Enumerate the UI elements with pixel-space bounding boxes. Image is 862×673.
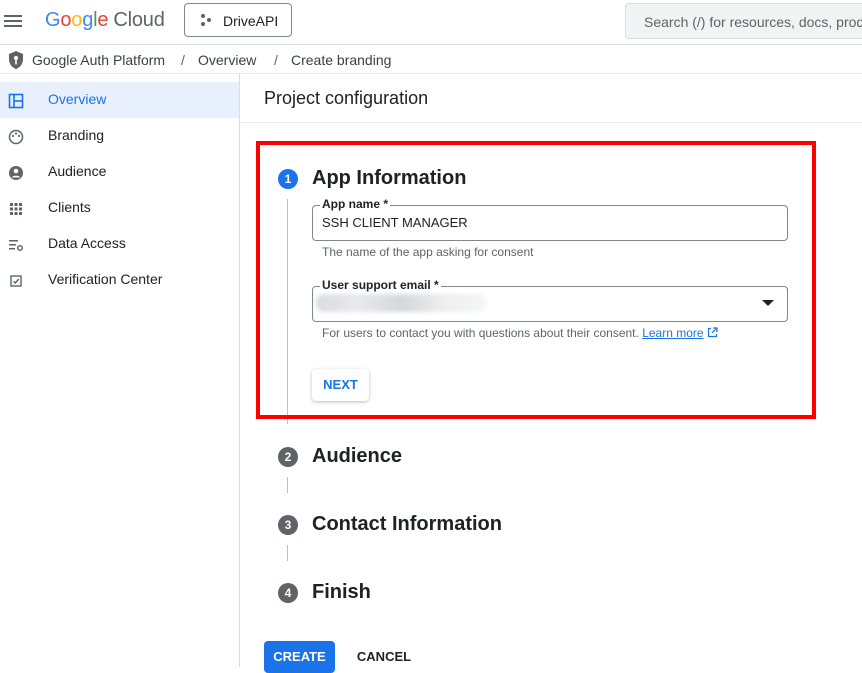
project-picker-button[interactable]: DriveAPI (184, 3, 292, 37)
top-bar: Google Cloud DriveAPI Search (/) for reso… (0, 0, 862, 45)
checkbox-icon (10, 275, 22, 287)
step-3-indicator: 3 (278, 515, 298, 535)
step-connector (287, 477, 288, 493)
step-2-title[interactable]: Audience (312, 445, 402, 468)
step-4-indicator: 4 (278, 583, 298, 603)
highlight-box (256, 141, 816, 419)
search-placeholder: Search (/) for resources, docs, products (644, 14, 862, 30)
create-button[interactable]: CREATE (264, 641, 335, 673)
sidebar-item-clients[interactable]: Clients (0, 190, 239, 226)
shield-icon (9, 51, 23, 69)
project-name: DriveAPI (223, 13, 279, 29)
breadcrumb-overview[interactable]: Overview (198, 52, 256, 68)
menu-icon[interactable] (4, 12, 22, 30)
sidebar-item-label: Branding (48, 127, 105, 143)
sidebar-item-label: Data Access (48, 235, 126, 251)
page-title: Project configuration (264, 88, 429, 108)
sidebar: Overview Branding Audience Clients Data … (0, 74, 240, 667)
sidebar-item-label: Clients (48, 199, 91, 215)
list-settings-icon (9, 240, 23, 251)
sidebar-item-label: Overview (48, 91, 107, 107)
breadcrumb: Google Auth Platform / Overview / Create… (0, 45, 862, 74)
sidebar-item-verification-center[interactable]: Verification Center (0, 262, 239, 298)
step-connector (287, 545, 288, 561)
breadcrumb-separator: / (274, 52, 278, 68)
step-4-title[interactable]: Finish (312, 581, 371, 604)
sidebar-item-data-access[interactable]: Data Access (0, 226, 239, 262)
sidebar-item-label: Audience (48, 163, 107, 179)
sidebar-item-branding[interactable]: Branding (0, 118, 239, 154)
grid-icon (10, 203, 22, 215)
sidebar-item-label: Verification Center (48, 271, 163, 287)
project-hub-icon (201, 14, 211, 26)
step-2-indicator: 2 (278, 447, 298, 467)
breadcrumb-separator: / (181, 52, 185, 68)
divider (240, 122, 862, 123)
breadcrumb-auth-platform[interactable]: Google Auth Platform (32, 52, 165, 68)
search-input[interactable]: Search (/) for resources, docs, products (625, 3, 862, 39)
cancel-button[interactable]: CANCEL (350, 641, 418, 673)
dashboard-icon (8, 93, 24, 109)
sidebar-item-audience[interactable]: Audience (0, 154, 239, 190)
sidebar-item-overview[interactable]: Overview (0, 82, 239, 118)
google-cloud-logo[interactable]: Google Cloud (45, 9, 165, 32)
palette-icon (8, 129, 24, 145)
step-3-title[interactable]: Contact Information (312, 513, 502, 536)
person-icon (9, 166, 23, 180)
breadcrumb-create-branding: Create branding (291, 52, 392, 68)
